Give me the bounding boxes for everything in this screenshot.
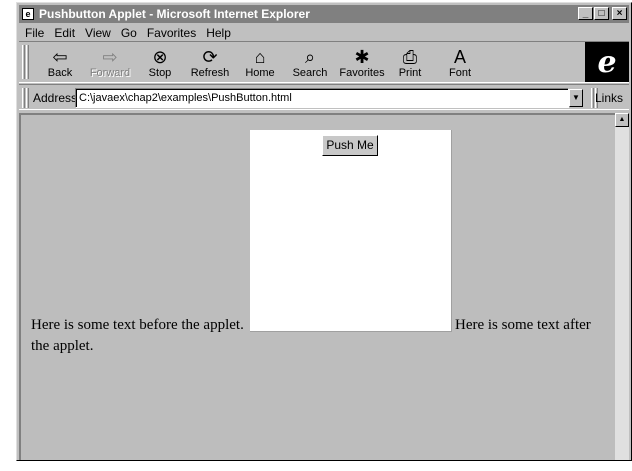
maximize-button[interactable]: □ (594, 7, 609, 20)
print-icon: ⎙ (402, 47, 418, 67)
address-grip[interactable] (22, 88, 25, 108)
forward-label: Forward (89, 67, 131, 79)
applet-area: Push Me (250, 130, 452, 332)
forward-arrow-icon: ⇨ (102, 47, 118, 67)
search-icon: ⌕ (304, 47, 316, 67)
text-after-applet: Here is some text after (455, 317, 591, 333)
back-arrow-icon: ⇦ (52, 47, 68, 67)
toolbar: ⇦ Back ⇨ Forward ⊗ Stop ⟳ Refresh ⌂ Home… (19, 41, 629, 83)
home-icon: ⌂ (254, 47, 266, 67)
print-button[interactable]: ⎙ Print (385, 44, 435, 82)
back-label: Back (47, 67, 73, 79)
home-label: Home (245, 67, 275, 79)
favorites-button[interactable]: ✱ Favorites (335, 44, 389, 82)
window-title: Pushbutton Applet - Microsoft Internet E… (39, 7, 310, 21)
forward-button[interactable]: ⇨ Forward (85, 44, 135, 82)
toolbar-grip[interactable] (22, 45, 25, 79)
vertical-scrollbar[interactable]: ▲ (615, 113, 629, 460)
search-button[interactable]: ⌕ Search (285, 44, 335, 82)
refresh-button[interactable]: ⟳ Refresh (185, 44, 235, 82)
address-bar: Address C:\javaex\chap2\examples\PushBut… (19, 84, 629, 110)
links-button[interactable]: Links (595, 91, 623, 105)
favorites-icon: ✱ (354, 47, 370, 67)
address-label: Address (33, 91, 78, 105)
refresh-label: Refresh (190, 67, 230, 79)
favorites-label: Favorites (339, 67, 385, 79)
address-dropdown-button[interactable]: ▼ (569, 89, 583, 107)
home-button[interactable]: ⌂ Home (235, 44, 285, 82)
stop-icon: ⊗ (152, 47, 168, 67)
font-button[interactable]: A Font (435, 44, 485, 82)
menu-favorites[interactable]: Favorites (147, 26, 196, 40)
scroll-up-button[interactable]: ▲ (615, 113, 629, 127)
page-content: Here is some text before the applet. Pus… (19, 113, 615, 460)
font-label: Font (448, 67, 471, 79)
text-before-applet: Here is some text before the applet. (31, 317, 244, 333)
address-input[interactable]: C:\javaex\chap2\examples\PushButton.html (75, 88, 569, 108)
app-icon[interactable]: e (22, 8, 34, 20)
font-icon: A (453, 47, 466, 67)
print-label: Print (398, 67, 422, 79)
menu-bar: File Edit View Go Favorites Help (21, 24, 231, 41)
close-button[interactable]: × (612, 7, 627, 20)
browser-window: e Pushbutton Applet - Microsoft Internet… (16, 2, 632, 461)
ie-logo: e (585, 42, 629, 82)
menu-file[interactable]: File (25, 26, 44, 40)
push-me-button[interactable]: Push Me (322, 135, 378, 156)
stop-button[interactable]: ⊗ Stop (135, 44, 185, 82)
toolbar-grip-2[interactable] (26, 45, 29, 79)
back-button[interactable]: ⇦ Back (35, 44, 85, 82)
stop-label: Stop (148, 67, 172, 79)
menu-view[interactable]: View (85, 26, 111, 40)
menu-help[interactable]: Help (206, 26, 231, 40)
menu-go[interactable]: Go (121, 26, 137, 40)
links-grip[interactable] (591, 88, 594, 108)
search-label: Search (292, 67, 328, 79)
refresh-icon: ⟳ (202, 47, 218, 67)
text-after-applet-wrap: the applet. (31, 338, 94, 354)
menu-edit[interactable]: Edit (54, 26, 75, 40)
minimize-button[interactable]: _ (578, 7, 593, 20)
address-grip-2[interactable] (26, 88, 29, 108)
title-bar[interactable]: e Pushbutton Applet - Microsoft Internet… (19, 5, 629, 23)
